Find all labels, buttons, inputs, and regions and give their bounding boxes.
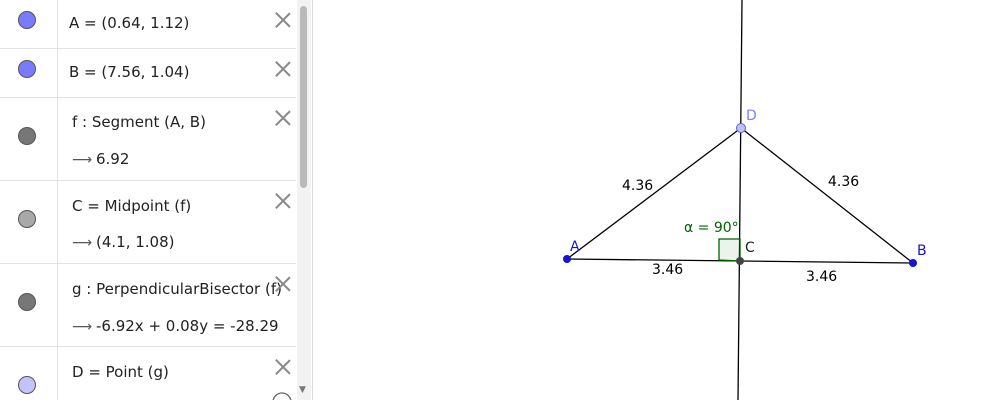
delete-f-icon[interactable]	[273, 108, 293, 128]
point-c[interactable]	[736, 257, 744, 265]
algebra-row-f[interactable]: f : Segment (A, B) ⟶ 6.92	[0, 98, 296, 181]
definition-f[interactable]: f : Segment (A, B)	[72, 113, 206, 131]
point-a[interactable]	[563, 255, 571, 263]
definition-a[interactable]: A = (0.64, 1.12)	[69, 14, 189, 32]
point-d[interactable]	[736, 123, 746, 133]
right-angle-marker[interactable]	[718, 238, 741, 262]
graphics-view[interactable]: α = 90° 4.36 4.36 3.46 3.46 A B C D	[313, 0, 1000, 400]
more-options-icon[interactable]	[270, 389, 294, 400]
algebra-row-g[interactable]: g : PerpendicularBisector (f) ⟶ -6.92x + …	[0, 264, 296, 347]
visibility-toggle-c[interactable]	[18, 210, 36, 228]
delete-a-icon[interactable]	[273, 10, 293, 30]
length-label-ad: 4.36	[622, 178, 653, 194]
scrollbar-thumb[interactable]	[300, 6, 307, 188]
point-a-label: A	[570, 239, 580, 255]
result-f: ⟶ 6.92	[72, 150, 129, 168]
result-c: ⟶ (4.1, 1.08)	[72, 233, 175, 251]
algebra-row-c[interactable]: C = Midpoint (f) ⟶ (4.1, 1.08)	[0, 181, 296, 264]
definition-d[interactable]: D = Point (g)	[72, 363, 169, 381]
point-c-label: C	[745, 240, 755, 256]
result-c-value: (4.1, 1.08)	[96, 233, 175, 251]
definition-c[interactable]: C = Midpoint (f)	[72, 197, 191, 215]
algebra-row-a[interactable]: A = (0.64, 1.12)	[0, 0, 296, 49]
algebra-view: A = (0.64, 1.12) B = (7.56, 1.04) f : Se…	[0, 0, 313, 400]
result-f-value: 6.92	[96, 150, 130, 168]
length-label-db: 4.36	[828, 174, 859, 190]
segment-ad[interactable]	[566, 127, 742, 260]
visibility-toggle-f[interactable]	[18, 127, 36, 145]
delete-g-icon[interactable]	[273, 274, 293, 294]
point-d-label: D	[746, 108, 757, 124]
result-g-value: -6.92x + 0.08y = -28.29	[96, 317, 279, 335]
segment-db[interactable]	[740, 127, 914, 264]
line-g[interactable]	[737, 0, 743, 400]
algebra-row-b[interactable]: B = (7.56, 1.04)	[0, 49, 296, 98]
algebra-row-d[interactable]: D = Point (g)	[0, 347, 296, 400]
length-label-ac: 3.46	[652, 262, 683, 278]
result-arrow-icon: ⟶	[72, 152, 93, 168]
point-b[interactable]	[909, 259, 917, 267]
visibility-toggle-a[interactable]	[18, 11, 36, 29]
visibility-toggle-g[interactable]	[18, 293, 36, 311]
delete-c-icon[interactable]	[273, 191, 293, 211]
definition-g[interactable]: g : PerpendicularBisector (f)	[72, 280, 282, 298]
visibility-toggle-d[interactable]	[18, 376, 36, 394]
angle-label: α = 90°	[684, 220, 739, 236]
algebra-scrollbar[interactable]: ▼	[297, 0, 311, 400]
result-arrow-icon: ⟶	[72, 319, 93, 335]
delete-d-icon[interactable]	[273, 357, 293, 377]
result-g: ⟶ -6.92x + 0.08y = -28.29	[72, 317, 279, 335]
result-arrow-icon: ⟶	[72, 235, 93, 251]
length-label-cb: 3.46	[806, 269, 837, 285]
point-b-label: B	[917, 243, 927, 259]
definition-b[interactable]: B = (7.56, 1.04)	[69, 63, 189, 81]
visibility-toggle-b[interactable]	[18, 60, 36, 78]
scroll-down-icon[interactable]: ▼	[299, 385, 306, 395]
delete-b-icon[interactable]	[273, 59, 293, 79]
